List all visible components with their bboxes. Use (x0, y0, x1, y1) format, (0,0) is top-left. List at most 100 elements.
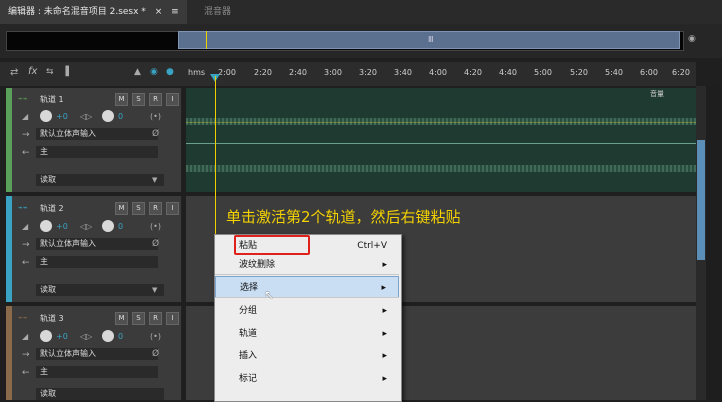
track-3-name[interactable]: 轨道 3 (40, 313, 64, 324)
ruler-label: 5:00 (534, 68, 552, 77)
track-2-colorbar (6, 196, 12, 302)
track-2-solo-button[interactable]: S (132, 202, 145, 215)
track-1-output-select[interactable]: 主 (36, 146, 158, 158)
lane-1-volume-label: 音量 (650, 90, 664, 98)
menu-item-label: 波纹删除 (239, 260, 276, 270)
track-1-lane[interactable] (186, 88, 696, 192)
track-1-name[interactable]: 轨道 1 (40, 94, 64, 105)
tab-editor-label: 编辑器 : 未命名混音项目 2.sesx * (8, 7, 146, 17)
track-2-output-select[interactable]: 主 (36, 256, 158, 268)
track-3-pan-knob[interactable] (102, 330, 114, 342)
track-1-output-label: 主 (40, 147, 48, 156)
track-1-volume-knob[interactable] (40, 110, 52, 122)
submenu-arrow-icon: ▸ (382, 306, 387, 316)
swap-icon[interactable]: ⇄ (10, 67, 18, 78)
headphone-icon[interactable]: ● (166, 67, 174, 77)
track-1-solo-button[interactable]: S (132, 93, 145, 106)
track-2-stereo-icon[interactable]: (•) (150, 222, 161, 231)
track-2-input-button[interactable]: I (166, 202, 179, 215)
track-1-pan-knob[interactable] (102, 110, 114, 122)
zoom-icon[interactable]: ◉ (688, 34, 698, 46)
menu-item-insert[interactable]: 插入 ▸ (215, 345, 399, 367)
fx-icon[interactable]: fx (28, 66, 37, 77)
track-1-input-button[interactable]: I (166, 93, 179, 106)
ruler-label: 6:20 (672, 68, 690, 77)
ruler-label: 2:00 (218, 68, 236, 77)
track-1-input-select[interactable]: 默认立体声输入 (36, 128, 158, 140)
track-2-mute-button[interactable]: M (115, 202, 128, 215)
menu-item-marker[interactable]: 标记 ▸ (215, 368, 399, 390)
overview-grip-icon[interactable]: Ⅲ (428, 35, 434, 44)
tab-editor[interactable]: 编辑器 : 未命名混音项目 2.sesx * × ≡ (0, 0, 187, 24)
track-3-output-select[interactable]: 主 (36, 366, 158, 378)
track-3-volume-knob[interactable] (40, 330, 52, 342)
ruler-label: 4:20 (464, 68, 482, 77)
phase-icon[interactable]: Ø (152, 129, 159, 139)
track-2-volume-value[interactable]: +0 (56, 222, 68, 231)
track-1-pan-value[interactable]: 0 (118, 112, 123, 121)
pan-icon: ◁▷ (80, 332, 93, 341)
overview-playhead (206, 31, 207, 49)
input-icon[interactable]: ◉ (150, 67, 158, 77)
menu-item-label: 分组 (239, 306, 258, 316)
right-edge (706, 86, 722, 400)
eq-icon[interactable]: ▐ (62, 67, 69, 77)
track-2-mode-select[interactable]: 读取 (36, 284, 164, 296)
track-1-volume-value[interactable]: +0 (56, 112, 68, 121)
menu-item-group[interactable]: 分组 ▸ (215, 300, 399, 322)
track-1-record-button[interactable]: R (149, 93, 162, 106)
phase-icon[interactable]: Ø (152, 349, 159, 359)
ruler-label: 3:00 (324, 68, 342, 77)
track-2-record-button[interactable]: R (149, 202, 162, 215)
ruler-label: 4:40 (499, 68, 517, 77)
track-1-stereo-icon[interactable]: (•) (150, 112, 161, 121)
input-arrow-icon: → (22, 350, 30, 360)
chevron-down-icon: ▼ (152, 176, 158, 184)
track-3-volume-value[interactable]: +0 (56, 332, 68, 341)
chevron-down-icon: ▼ (152, 286, 158, 294)
ruler-label: 2:40 (289, 68, 307, 77)
track-1-input-label: 默认立体声输入 (40, 129, 96, 138)
tab-mixer-label: 混音器 (204, 7, 232, 17)
output-arrow-icon: ← (22, 368, 30, 378)
ruler-label: 3:40 (394, 68, 412, 77)
track-1-mute-button[interactable]: M (115, 93, 128, 106)
track-3-mute-button[interactable]: M (115, 312, 128, 325)
track-3-colorbar (6, 306, 12, 400)
track-3-mode-select[interactable]: 读取 (36, 388, 164, 400)
instruction-annotation: 单击激活第2个轨道，然后右键粘贴 (226, 208, 461, 226)
volume-icon: ◢ (22, 332, 29, 341)
track-2-input-label: 默认立体声输入 (40, 239, 96, 248)
menu-item-select[interactable]: 选择 ▸ (215, 276, 399, 298)
track-3-solo-button[interactable]: S (132, 312, 145, 325)
track-3-record-button[interactable]: R (149, 312, 162, 325)
vertical-scroll-thumb[interactable] (697, 140, 705, 260)
menu-icon[interactable]: ≡ (171, 7, 179, 17)
track-3-input-label: 默认立体声输入 (40, 349, 96, 358)
track-2-volume-knob[interactable] (40, 220, 52, 232)
menu-item-label: 标记 (239, 374, 258, 384)
track-1-mode-select[interactable]: 读取 (36, 174, 164, 186)
menu-separator (215, 297, 399, 298)
track-3-input-button[interactable]: I (166, 312, 179, 325)
track-1-colorbar (6, 88, 12, 192)
pan-icon: ◁▷ (80, 112, 93, 121)
sends-icon[interactable]: ⇆ (46, 67, 54, 77)
ruler-label: 5:40 (605, 68, 623, 77)
close-icon[interactable]: × (155, 7, 163, 17)
menu-item-track[interactable]: 轨道 ▸ (215, 323, 399, 345)
tab-mixer[interactable]: 混音器 (196, 0, 239, 24)
track-1-mode-label: 读取 (40, 175, 56, 184)
metronome-icon[interactable]: ▲ (134, 67, 141, 77)
track-2-input-select[interactable]: 默认立体声输入 (36, 238, 158, 250)
track-2-name[interactable]: 轨道 2 (40, 203, 64, 214)
track-2-pan-value[interactable]: 0 (118, 222, 123, 231)
track-3-pan-value[interactable]: 0 (118, 332, 123, 341)
phase-icon[interactable]: Ø (152, 239, 159, 249)
menu-item-ripple-delete[interactable]: 波纹删除 ▸ (215, 254, 399, 276)
track-3-input-select[interactable]: 默认立体声输入 (36, 348, 158, 360)
ruler-label: 2:20 (254, 68, 272, 77)
track-3-stereo-icon[interactable]: (•) (150, 332, 161, 341)
track-2-pan-knob[interactable] (102, 220, 114, 232)
waveform-left (186, 118, 696, 125)
